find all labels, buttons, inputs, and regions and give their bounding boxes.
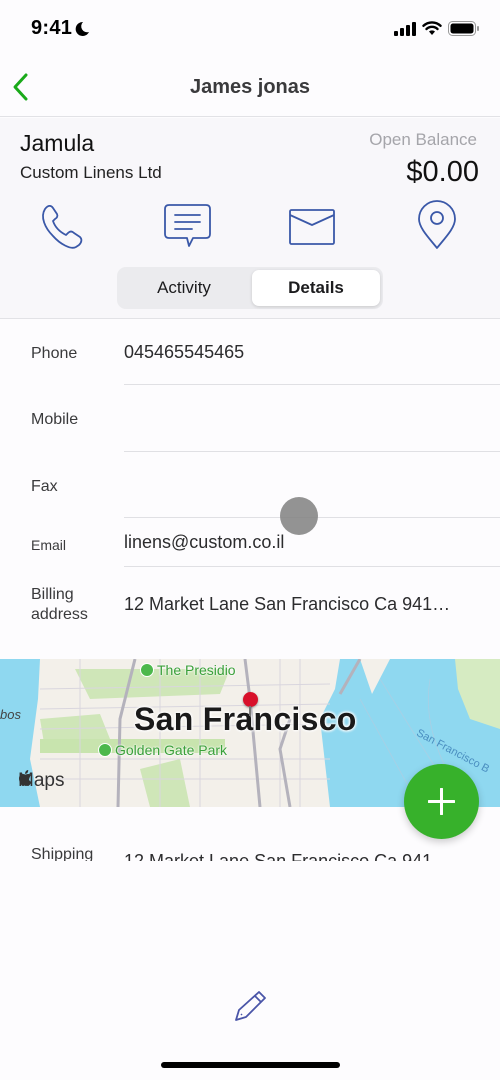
map-pin-icon [243,692,258,716]
location-button[interactable] [410,200,464,254]
open-balance-label: Open Balance [369,130,477,149]
field-shipping-address[interactable]: Shipping 12 Market Lane San Francisco Ca… [0,843,500,861]
divider [124,451,500,452]
field-value[interactable]: linens@custom.co.il [124,532,284,553]
map-partial-label: bos [0,707,21,722]
nav-bar: James jonas [0,60,500,117]
battery-icon [448,21,479,36]
map-poi-golden-gate-park: Golden Gate Park [98,742,227,758]
message-button[interactable] [161,200,215,254]
field-value[interactable]: 12 Market Lane San Francisco Ca 941… [124,594,450,615]
maps-logo: Maps [18,770,65,791]
home-indicator[interactable] [161,1062,340,1068]
wifi-icon [422,21,442,35]
signal-icon [394,21,416,36]
page-title: James jonas [189,76,311,98]
customer-header: Jamula Custom Linens Ltd Open Balance $0… [0,118,500,319]
field-value[interactable]: 12 Market Lane San Francisco Ca 941… [124,851,450,861]
phone-icon [42,204,83,249]
field-label: Billing address [31,586,88,623]
status-icons [394,21,480,36]
plus-icon [428,788,455,815]
field-value[interactable]: 045465545465 [124,342,244,363]
email-button[interactable] [285,200,339,254]
touch-indicator [280,497,318,535]
tree-icon [140,663,154,677]
company-name: Custom Linens Ltd [20,163,162,182]
contact-actions [0,200,500,254]
divider [124,566,500,567]
map-city-label: San Francisco [134,701,357,737]
location-pin-icon [418,200,456,249]
status-time: 9:41 [31,17,73,39]
pencil-icon [235,991,266,1021]
mail-icon [289,209,335,245]
call-button[interactable] [35,200,89,254]
tab-switcher: Activity Details [117,267,383,309]
field-label: Mobile [31,411,79,428]
status-bar: 9:41 [0,0,500,60]
divider [124,384,500,385]
edit-button[interactable] [233,988,269,1024]
message-icon [164,204,211,247]
map-poi-presidio: The Presidio [140,662,236,678]
moon-icon [75,21,89,36]
field-label: Phone [31,345,78,362]
apple-logo-icon [19,770,32,786]
open-balance-value: $0.00 [406,156,479,188]
field-label: Fax [31,478,58,495]
field-label: Shipping [31,846,94,861]
divider [124,517,500,518]
tab-details[interactable]: Details [252,270,380,306]
tab-activity[interactable]: Activity [120,270,248,306]
field-label: Email [31,537,67,553]
customer-name: Jamula [20,130,95,156]
add-button[interactable] [404,764,479,839]
tree-icon [98,743,112,757]
